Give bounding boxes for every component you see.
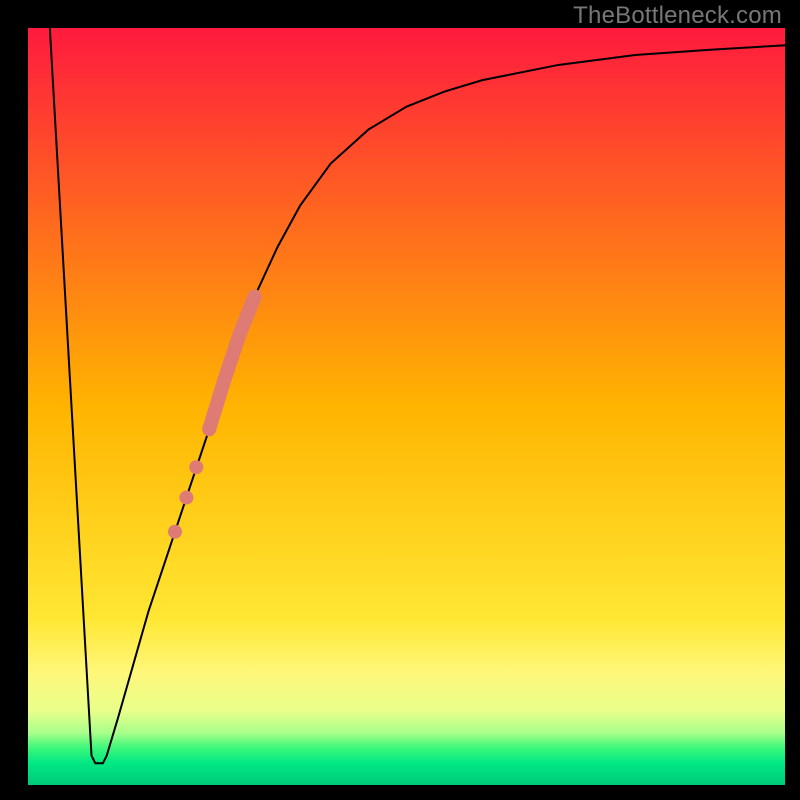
gradient-background xyxy=(27,27,786,786)
highlight-dot xyxy=(168,525,182,539)
bottleneck-chart xyxy=(0,0,800,800)
highlight-dot xyxy=(179,491,193,505)
plot-area xyxy=(27,27,786,786)
watermark-text: TheBottleneck.com xyxy=(573,2,782,30)
highlight-dot xyxy=(189,460,203,474)
